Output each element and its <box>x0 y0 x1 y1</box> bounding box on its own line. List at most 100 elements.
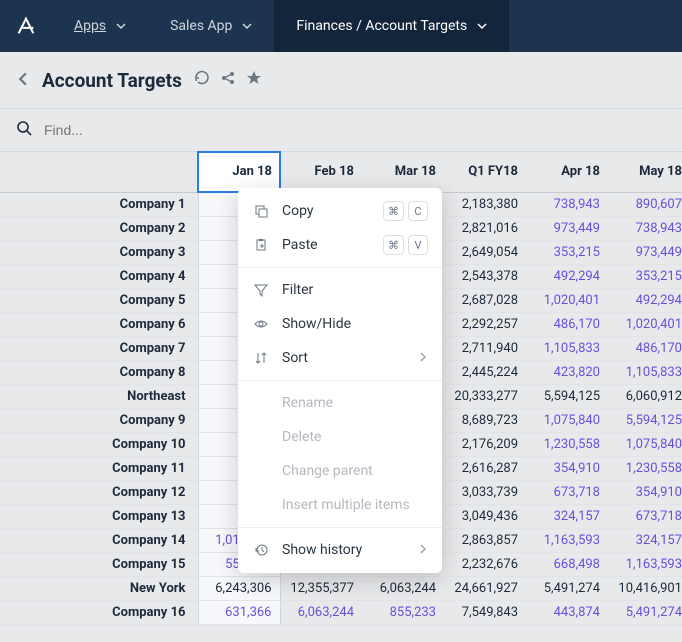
cell[interactable]: 5,594,125 <box>526 384 608 408</box>
menu-showhide[interactable]: Show/Hide <box>238 307 442 341</box>
cell[interactable]: 354,910 <box>608 480 682 504</box>
cell[interactable]: 486,170 <box>526 312 608 336</box>
cell[interactable]: 2,445,224 <box>444 360 526 384</box>
cell[interactable]: 673,718 <box>608 504 682 528</box>
cell[interactable]: 738,943 <box>608 216 682 240</box>
menu-sort[interactable]: Sort <box>238 341 442 375</box>
row-name[interactable]: Company 11 <box>0 456 198 480</box>
cell[interactable]: 1,020,401 <box>526 288 608 312</box>
cell[interactable]: 6,243,306 <box>198 576 280 600</box>
share-icon[interactable] <box>220 70 236 90</box>
cell[interactable]: 673,718 <box>526 480 608 504</box>
cell[interactable]: 1,163,593 <box>526 528 608 552</box>
cell[interactable]: 12,355,377 <box>280 576 362 600</box>
cell[interactable]: 2,687,028 <box>444 288 526 312</box>
cell[interactable]: 492,294 <box>608 288 682 312</box>
cell[interactable]: 2,176,209 <box>444 432 526 456</box>
cell[interactable]: 738,943 <box>526 192 608 216</box>
cell[interactable]: 5,491,274 <box>608 600 682 624</box>
cell[interactable]: 890,607 <box>608 192 682 216</box>
cell[interactable]: 2,543,378 <box>444 264 526 288</box>
cell[interactable]: 855,233 <box>362 600 444 624</box>
cell[interactable]: 1,105,833 <box>608 360 682 384</box>
menu-filter[interactable]: Filter <box>238 273 442 307</box>
cell[interactable]: 7,549,843 <box>444 600 526 624</box>
row-name[interactable]: Company 12 <box>0 480 198 504</box>
cell[interactable]: 2,649,054 <box>444 240 526 264</box>
row-name[interactable]: Company 16 <box>0 600 198 624</box>
cell[interactable]: 1,230,558 <box>608 456 682 480</box>
sales-app-tab[interactable]: Sales App <box>148 0 274 52</box>
row-name[interactable]: Northeast <box>0 384 198 408</box>
row-name[interactable]: Company 14 <box>0 528 198 552</box>
row-name[interactable]: Company 2 <box>0 216 198 240</box>
row-name[interactable]: Company 4 <box>0 264 198 288</box>
cell[interactable]: 2,821,016 <box>444 216 526 240</box>
row-name[interactable]: New York <box>0 576 198 600</box>
row-name[interactable]: Company 13 <box>0 504 198 528</box>
column-header[interactable]: Mar 18 <box>362 152 444 192</box>
finances-tab[interactable]: Finances / Account Targets <box>274 0 509 52</box>
cell[interactable]: 1,230,558 <box>526 432 608 456</box>
cell[interactable]: 443,874 <box>526 600 608 624</box>
row-name[interactable]: Company 6 <box>0 312 198 336</box>
cell[interactable]: 6,063,244 <box>362 576 444 600</box>
cell[interactable]: 2,711,940 <box>444 336 526 360</box>
cell[interactable]: 1,075,840 <box>526 408 608 432</box>
column-header[interactable]: Apr 18 <box>526 152 608 192</box>
find-input[interactable] <box>44 122 244 138</box>
column-header[interactable]: Feb 18 <box>280 152 362 192</box>
row-name[interactable]: Company 10 <box>0 432 198 456</box>
app-logo[interactable] <box>0 0 52 52</box>
column-header[interactable]: Jan 18 <box>198 152 280 192</box>
cell[interactable]: 354,910 <box>526 456 608 480</box>
cell[interactable]: 324,157 <box>608 528 682 552</box>
refresh-icon[interactable] <box>194 70 210 90</box>
menu-copy[interactable]: Copy ⌘C <box>238 194 442 228</box>
cell[interactable]: 5,594,125 <box>608 408 682 432</box>
cell[interactable]: 2,616,287 <box>444 456 526 480</box>
cell[interactable]: 5,491,274 <box>526 576 608 600</box>
row-name[interactable]: Company 1 <box>0 192 198 216</box>
row-name[interactable]: Company 15 <box>0 552 198 576</box>
cell[interactable]: 2,232,676 <box>444 552 526 576</box>
cell[interactable]: 6,060,912 <box>608 384 682 408</box>
cell[interactable]: 20,333,277 <box>444 384 526 408</box>
column-header[interactable]: Q1 FY18 <box>444 152 526 192</box>
cell[interactable]: 24,661,927 <box>444 576 526 600</box>
cell[interactable]: 6,063,244 <box>280 600 362 624</box>
cell[interactable]: 3,049,436 <box>444 504 526 528</box>
back-icon[interactable] <box>16 71 30 90</box>
column-header[interactable]: May 18 <box>608 152 682 192</box>
cell[interactable]: 1,163,593 <box>608 552 682 576</box>
cell[interactable]: 1,105,833 <box>526 336 608 360</box>
cell[interactable]: 1,075,840 <box>608 432 682 456</box>
row-name[interactable]: Company 7 <box>0 336 198 360</box>
cell[interactable]: 973,449 <box>526 216 608 240</box>
cell[interactable]: 353,215 <box>526 240 608 264</box>
chevron-down-icon <box>116 21 126 31</box>
cell[interactable]: 486,170 <box>608 336 682 360</box>
row-name[interactable]: Company 3 <box>0 240 198 264</box>
cell[interactable]: 3,033,739 <box>444 480 526 504</box>
cell[interactable]: 8,689,723 <box>444 408 526 432</box>
cell[interactable]: 2,183,380 <box>444 192 526 216</box>
cell[interactable]: 10,416,901 <box>608 576 682 600</box>
menu-paste[interactable]: Paste ⌘V <box>238 228 442 262</box>
cell[interactable]: 353,215 <box>608 264 682 288</box>
cell[interactable]: 324,157 <box>526 504 608 528</box>
cell[interactable]: 2,863,857 <box>444 528 526 552</box>
cell[interactable]: 2,292,257 <box>444 312 526 336</box>
cell[interactable]: 492,294 <box>526 264 608 288</box>
row-name[interactable]: Company 5 <box>0 288 198 312</box>
cell[interactable]: 1,020,401 <box>608 312 682 336</box>
row-name[interactable]: Company 9 <box>0 408 198 432</box>
cell[interactable]: 631,366 <box>198 600 280 624</box>
row-name[interactable]: Company 8 <box>0 360 198 384</box>
menu-delete-label: Delete <box>282 429 321 445</box>
cell[interactable]: 973,449 <box>608 240 682 264</box>
cell[interactable]: 668,498 <box>526 552 608 576</box>
menu-history[interactable]: Show history <box>238 533 442 567</box>
star-icon[interactable] <box>246 70 262 90</box>
cell[interactable]: 423,820 <box>526 360 608 384</box>
